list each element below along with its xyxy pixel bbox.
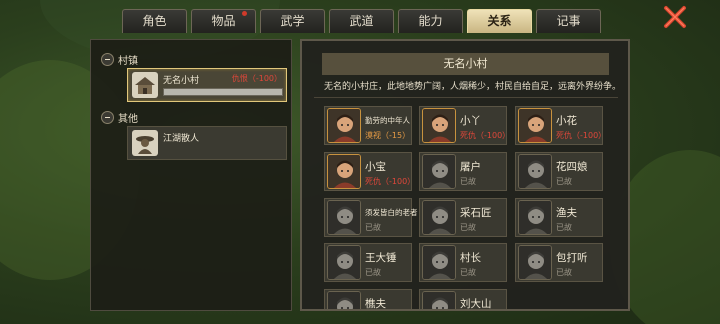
npc-card[interactable]: 小宝死仇（-100） bbox=[324, 152, 416, 191]
npc-name: 勤劳的中年人 bbox=[365, 116, 410, 125]
npc-name: 须发皆白的老者 bbox=[365, 208, 418, 217]
npc-relation-status: 已故 bbox=[365, 223, 381, 232]
relation-bar bbox=[163, 88, 283, 96]
tab-1[interactable]: 物品 bbox=[191, 9, 256, 33]
tab-label: 关系 bbox=[487, 14, 512, 28]
npc-name: 屠户 bbox=[460, 161, 481, 173]
npc-card[interactable]: 花四娘 已故 bbox=[515, 152, 603, 191]
group-label: 村镇 bbox=[118, 56, 138, 67]
npc-portrait-icon bbox=[327, 200, 361, 235]
npc-relation-status: 死仇（-100） bbox=[460, 131, 511, 140]
tab-6[interactable]: 记事 bbox=[536, 9, 601, 33]
notification-badge bbox=[242, 11, 247, 16]
npc-relation-status: 漠视（-15） bbox=[365, 131, 411, 140]
npc-name: 小花 bbox=[556, 115, 577, 127]
npc-name: 小丫 bbox=[460, 115, 481, 127]
collapse-icon[interactable] bbox=[101, 111, 114, 124]
npc-relation-status: 已故 bbox=[460, 223, 476, 232]
group-label: 其他 bbox=[118, 114, 138, 125]
npc-relation-status: 死仇（-100） bbox=[365, 177, 416, 186]
npc-relation-status: 已故 bbox=[460, 177, 476, 186]
npc-name: 小宝 bbox=[365, 161, 386, 173]
npc-portrait-icon bbox=[518, 154, 552, 189]
npc-portrait-icon bbox=[422, 108, 456, 143]
npc-relation-status: 死仇（-100） bbox=[556, 131, 607, 140]
npc-portrait-icon bbox=[422, 245, 456, 280]
tab-4[interactable]: 能力 bbox=[398, 9, 463, 33]
npc-card[interactable]: 小花死仇（-100） bbox=[515, 106, 607, 145]
tab-label: 武学 bbox=[280, 14, 305, 28]
npc-name: 刘大山 bbox=[460, 298, 492, 310]
npc-name: 采石匠 bbox=[460, 207, 492, 219]
npc-card[interactable]: 王大锤 已故 bbox=[324, 243, 412, 282]
tab-2[interactable]: 武学 bbox=[260, 9, 325, 33]
npc-portrait-icon bbox=[327, 245, 361, 280]
tab-0[interactable]: 角色 bbox=[122, 9, 187, 33]
npc-relation-status: 已故 bbox=[556, 177, 572, 186]
npc-portrait-icon bbox=[518, 108, 552, 143]
npc-card[interactable]: 樵夫 bbox=[324, 289, 412, 310]
tab-bar: 角色 物品 武学 武道 能力 关系 记事 bbox=[122, 9, 601, 34]
tab-label: 角色 bbox=[142, 14, 167, 28]
npc-card[interactable]: 勤劳的中年人 漠视（-15） bbox=[324, 106, 412, 145]
collapse-icon[interactable] bbox=[101, 53, 114, 66]
npc-card[interactable]: 渔夫 已故 bbox=[515, 198, 603, 237]
npc-name: 村长 bbox=[460, 252, 481, 264]
npc-card[interactable]: 村长 已故 bbox=[419, 243, 507, 282]
tab-3[interactable]: 武道 bbox=[329, 9, 394, 33]
npc-portrait-icon bbox=[327, 108, 361, 143]
npc-portrait-icon bbox=[518, 200, 552, 235]
faction-item-wanderers[interactable]: 江湖散人 bbox=[127, 126, 287, 160]
npc-card[interactable]: 小丫死仇（-100） bbox=[419, 106, 511, 145]
npc-card[interactable]: 刘大山 bbox=[419, 289, 507, 310]
npc-relation-status: 已故 bbox=[365, 268, 381, 277]
tab-label: 武道 bbox=[349, 14, 374, 28]
wanderer-icon bbox=[132, 130, 158, 156]
npc-relation-status: 已故 bbox=[556, 268, 572, 277]
close-button[interactable] bbox=[660, 3, 690, 31]
npc-portrait-icon bbox=[327, 154, 361, 189]
npc-card[interactable]: 屠户 已故 bbox=[419, 152, 507, 191]
divider bbox=[314, 97, 618, 98]
faction-list-panel: 村镇 无名小村 仇恨（-100） 其他 江湖散人 bbox=[90, 39, 292, 311]
close-x-icon bbox=[664, 6, 686, 28]
npc-name: 王大锤 bbox=[365, 252, 397, 264]
village-icon bbox=[132, 72, 158, 98]
npc-card[interactable]: 须发皆白的老者 已故 bbox=[324, 198, 418, 237]
tab-5[interactable]: 关系 bbox=[467, 9, 532, 33]
tab-label: 记事 bbox=[556, 14, 581, 28]
npc-portrait-icon bbox=[422, 200, 456, 235]
npc-portrait-icon bbox=[422, 154, 456, 189]
npc-name: 樵夫 bbox=[365, 298, 386, 310]
faction-name: 江湖散人 bbox=[163, 134, 200, 144]
group-header-village[interactable]: 村镇 bbox=[101, 52, 138, 67]
faction-item-nameless-village[interactable]: 无名小村 仇恨（-100） bbox=[127, 68, 287, 102]
faction-title: 无名小村 bbox=[322, 53, 609, 75]
npc-card[interactable]: 包打听 已故 bbox=[515, 243, 603, 282]
tab-label: 能力 bbox=[418, 14, 443, 28]
npc-relation-status: 已故 bbox=[460, 268, 476, 277]
npc-portrait-icon bbox=[422, 291, 456, 309]
npc-portrait-icon bbox=[518, 245, 552, 280]
npc-card[interactable]: 采石匠 已故 bbox=[419, 198, 507, 237]
npc-name: 渔夫 bbox=[556, 207, 577, 219]
faction-name: 无名小村 bbox=[163, 76, 200, 86]
faction-relation-status: 仇恨（-100） bbox=[231, 74, 282, 83]
tab-label: 物品 bbox=[211, 14, 236, 28]
npc-portrait-icon bbox=[327, 291, 361, 309]
group-header-other[interactable]: 其他 bbox=[101, 110, 138, 125]
faction-description: 无名的小村庄，此地地势广阔，人烟稀少，村民自给自足，远离外界纷争。 bbox=[324, 82, 622, 92]
npc-relation-status: 已故 bbox=[556, 223, 572, 232]
npc-name: 花四娘 bbox=[556, 161, 588, 173]
faction-detail-panel: 无名小村 无名的小村庄，此地地势广阔，人烟稀少，村民自给自足，远离外界纷争。 勤… bbox=[300, 39, 630, 311]
npc-name: 包打听 bbox=[556, 252, 588, 264]
